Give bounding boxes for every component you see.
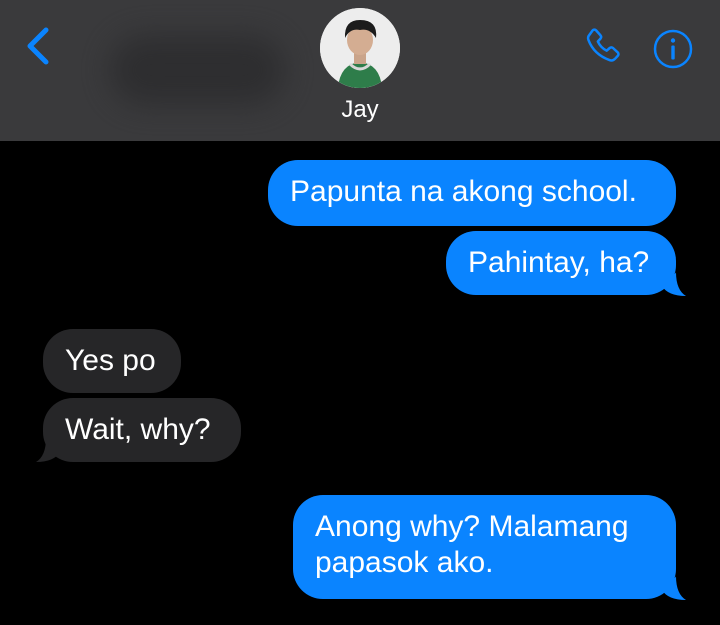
message-tail [36, 438, 60, 462]
conversation-header: Jay [0, 0, 720, 141]
received-message[interactable]: Wait, why? [43, 398, 241, 462]
message-tail [662, 576, 686, 600]
contact-avatar[interactable] [320, 8, 400, 88]
blurred-region [110, 35, 285, 105]
chevron-left-icon[interactable] [22, 26, 58, 66]
sent-message[interactable]: Papunta na akong school. [268, 160, 676, 226]
info-icon[interactable] [652, 28, 694, 70]
message-line: papasok ako. [315, 546, 494, 579]
contact-name[interactable]: Jay [0, 96, 720, 124]
phone-icon[interactable] [580, 25, 626, 71]
sent-message[interactable]: Pahintay, ha? [446, 231, 676, 295]
sent-message[interactable]: Anong why? Malamang papasok ako. [293, 495, 676, 599]
message-tail [662, 272, 686, 296]
message-line: Anong why? Malamang [315, 510, 629, 543]
avatar-image [320, 8, 400, 88]
received-message[interactable]: Yes po [43, 329, 181, 393]
